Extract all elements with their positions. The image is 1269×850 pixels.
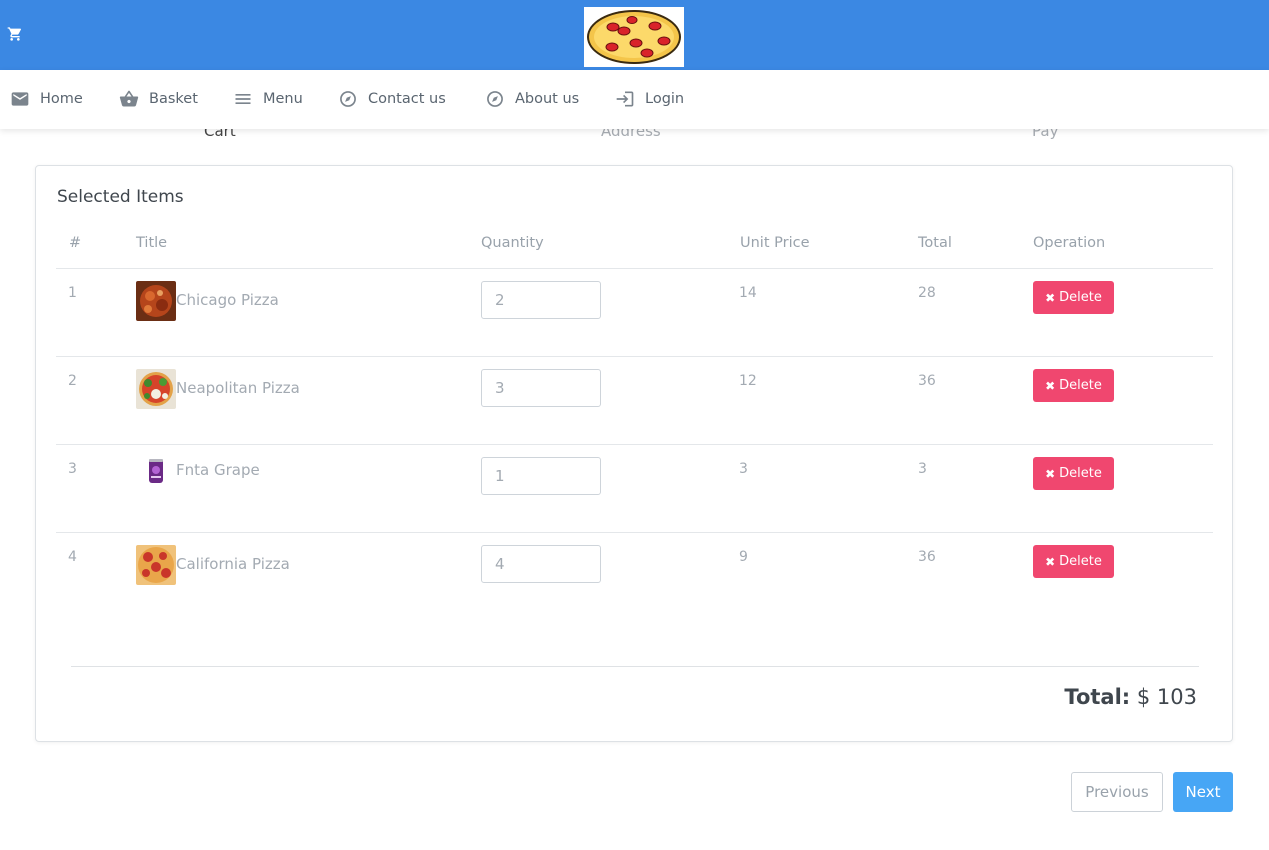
- total-divider: [71, 666, 1199, 667]
- column-header-quantity: Quantity: [481, 235, 544, 251]
- delete-button[interactable]: ✖ Delete: [1033, 545, 1114, 578]
- delete-label: Delete: [1059, 466, 1102, 481]
- row-total: 3: [918, 461, 927, 477]
- close-icon: ✖: [1045, 290, 1056, 305]
- row-index: 1: [68, 285, 77, 301]
- unit-price: 9: [739, 549, 748, 565]
- unit-price: 12: [739, 373, 757, 389]
- item-title: California Pizza: [176, 555, 290, 573]
- row-index: 2: [68, 373, 77, 389]
- column-header-index: #: [69, 235, 82, 251]
- unit-price: 14: [739, 285, 757, 301]
- delete-button[interactable]: ✖ Delete: [1033, 457, 1114, 490]
- quantity-input[interactable]: [481, 369, 601, 407]
- nav-label: Contact us: [368, 91, 446, 107]
- quantity-input[interactable]: [481, 457, 601, 495]
- total-label: Total:: [1064, 685, 1131, 709]
- cart-card: Selected Items # Title Quantity Unit Pri…: [35, 165, 1233, 742]
- chicago-pizza-thumbnail: [136, 281, 176, 321]
- pizza-logo[interactable]: [584, 7, 684, 67]
- nav-label: Home: [40, 91, 83, 107]
- menu-icon: [235, 94, 251, 104]
- column-header-operation: Operation: [1033, 235, 1106, 251]
- compass-icon: [340, 91, 356, 107]
- item-title: Chicago Pizza: [176, 291, 279, 309]
- row-total: 36: [918, 549, 936, 565]
- row-total: 28: [918, 285, 936, 301]
- delete-label: Delete: [1059, 554, 1102, 569]
- cart-total: Total: $ 103: [1064, 685, 1197, 709]
- login-icon: [616, 91, 634, 107]
- basket-icon: [119, 90, 139, 107]
- close-icon: ✖: [1045, 554, 1056, 569]
- item-title: Fnta Grape: [176, 461, 260, 479]
- nav-bar: Home Basket Menu Contact us About us Log…: [0, 70, 1269, 129]
- row-index: 3: [68, 461, 77, 477]
- nav-label: About us: [515, 91, 580, 107]
- delete-label: Delete: [1059, 378, 1102, 393]
- nav-label: Login: [645, 91, 685, 107]
- fanta-grape-thumbnail: [136, 451, 176, 491]
- neapolitan-pizza-thumbnail: [136, 369, 176, 409]
- delete-button[interactable]: ✖ Delete: [1033, 281, 1114, 314]
- row-divider: [56, 444, 1213, 445]
- nav-item-login[interactable]: Login: [615, 88, 684, 110]
- nav-label: Basket: [149, 91, 198, 107]
- total-value: $ 103: [1136, 685, 1197, 709]
- mail-icon: [11, 92, 29, 106]
- delete-label: Delete: [1059, 290, 1102, 305]
- nav-item-about-us[interactable]: About us: [485, 88, 579, 110]
- row-divider: [56, 356, 1213, 357]
- next-button[interactable]: Next: [1173, 772, 1233, 812]
- card-title: Selected Items: [57, 187, 184, 207]
- item-title: Neapolitan Pizza: [176, 379, 300, 397]
- column-header-title: Title: [136, 235, 168, 251]
- shopping-cart-icon[interactable]: [7, 26, 23, 42]
- quantity-input[interactable]: [481, 545, 601, 583]
- compass-icon: [487, 91, 503, 107]
- nav-label: Menu: [263, 91, 303, 107]
- nav-item-basket[interactable]: Basket: [119, 88, 198, 110]
- column-header-total: Total: [918, 235, 952, 251]
- delete-button[interactable]: ✖ Delete: [1033, 369, 1114, 402]
- top-bar: [0, 0, 1269, 70]
- table-divider: [56, 268, 1213, 269]
- close-icon: ✖: [1045, 466, 1056, 481]
- california-pizza-thumbnail: [136, 545, 176, 585]
- nav-item-menu[interactable]: Menu: [233, 88, 303, 110]
- column-header-unit-price: Unit Price: [740, 235, 810, 251]
- close-icon: ✖: [1045, 378, 1056, 393]
- unit-price: 3: [739, 461, 748, 477]
- nav-item-contact-us[interactable]: Contact us: [338, 88, 446, 110]
- nav-item-home[interactable]: Home: [10, 88, 83, 110]
- row-divider: [56, 532, 1213, 533]
- previous-button[interactable]: Previous: [1071, 772, 1163, 812]
- row-index: 4: [68, 549, 77, 565]
- row-total: 36: [918, 373, 936, 389]
- quantity-input[interactable]: [481, 281, 601, 319]
